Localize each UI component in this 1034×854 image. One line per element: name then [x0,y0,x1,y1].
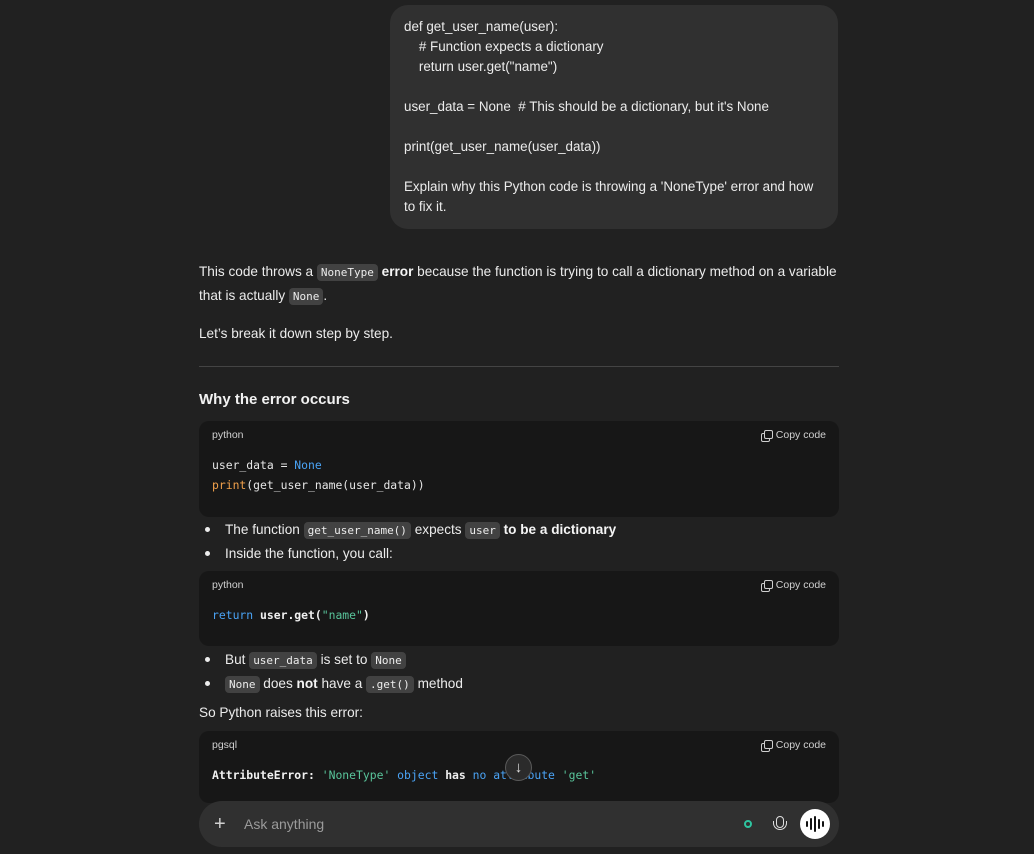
code-token: user_data = [212,458,295,472]
copy-code-label: Copy code [775,739,826,751]
plus-icon[interactable]: + [214,814,230,834]
list-item: Inside the function, you call: [199,542,839,565]
code-token: ) [362,608,370,622]
text: . [323,288,328,303]
code-token: 'get' [561,768,597,782]
inline-code: None [371,652,406,669]
code-token: None [294,458,322,472]
bullet-list-2: But user_data is set to None None does n… [199,648,839,696]
inline-code: None [225,676,260,693]
microphone-icon[interactable] [772,815,787,833]
copy-code-button[interactable]: Copy code [760,429,826,442]
text: expects [410,522,466,537]
intro-paragraph: This code throws a NoneType error becaus… [199,260,839,308]
list-item: But user_data is set to None [199,648,839,672]
bold-text: to be a dictionary [499,522,617,537]
text: But [225,652,250,667]
copy-icon [760,739,773,752]
user-message-line: Explain why this Python code is throwing… [404,179,814,214]
copy-icon [760,579,773,592]
inline-code: get_user_name() [303,522,411,539]
waveform-bar [818,819,820,829]
code-token: "name" [321,608,363,622]
prompt-input[interactable] [242,815,744,833]
copy-code-label: Copy code [775,429,826,441]
code-content: return user.get("name") [199,599,839,635]
list-item: None does not have a .get() method [199,672,839,696]
bold-text: not [296,676,318,691]
text: have a [317,676,367,691]
user-message-line: return user.get("name") [404,59,558,74]
inline-code: NoneType [316,264,378,281]
section-divider [199,366,839,367]
scroll-to-bottom-button[interactable]: ↓ [505,754,532,781]
waveform-bar [814,816,816,832]
arrow-down-icon: ↓ [514,759,523,776]
user-message-line [404,157,824,177]
code-token: user.get( [253,608,322,622]
code-token: object [390,768,446,782]
text: The function [225,522,304,537]
inline-code: .get() [366,676,414,693]
paragraph: So Python raises this error: [199,705,363,720]
code-block-header: python Copy code [199,571,839,599]
user-message-line: def get_user_name(user): [404,19,559,34]
user-message-line: print(get_user_name(user_data)) [404,139,601,154]
text: does [259,676,297,691]
text: is set to [316,652,372,667]
user-message-line: # Function expects a dictionary [404,39,604,54]
copy-code-button[interactable]: Copy code [760,579,826,592]
inline-code: user [465,522,500,539]
message-composer: + [199,801,839,847]
copy-code-button[interactable]: Copy code [760,739,826,752]
waveform-bar [810,818,812,830]
code-block-2: python Copy code return user.get("name") [199,571,839,646]
inline-code: user_data [249,652,317,669]
copy-icon [760,429,773,442]
text: This code throws a [199,264,317,279]
code-language-label: python [212,579,244,591]
waveform-bar [822,821,824,827]
inline-code: None [288,288,324,305]
copy-code-label: Copy code [775,579,826,591]
code-token: has [445,768,466,782]
voice-mode-button[interactable] [800,809,830,839]
list-item: The function get_user_name() expects use… [199,518,839,542]
code-language-label: pgsql [212,739,238,751]
section-heading: Why the error occurs [199,391,350,408]
assistant-response: This code throws a NoneType error becaus… [199,260,839,345]
chat-page: def get_user_name(user): # Function expe… [0,0,1034,854]
user-message-bubble: def get_user_name(user): # Function expe… [390,5,838,229]
waveform-bar [806,821,808,827]
user-message-line [404,117,824,137]
code-block-header: python Copy code [199,421,839,449]
code-token: AttributeError: [212,768,322,782]
user-message-line: user_data = None # This should be a dict… [404,99,769,114]
code-token: 'NoneType' [321,768,391,782]
code-token: return [212,608,254,622]
code-content: user_data = None print(get_user_name(use… [199,449,839,505]
bullet-list-1: The function get_user_name() expects use… [199,518,839,565]
status-dot-icon [744,820,752,828]
user-message-line [404,77,824,97]
intro-paragraph-2: Let’s break it down step by step. [199,326,393,341]
code-token: print [212,478,247,492]
code-language-label: python [212,429,244,441]
code-token: (get_user_name(user_data)) [246,478,425,492]
code-block-1: python Copy code user_data = None print(… [199,421,839,517]
text: method [413,676,463,691]
bold-text: error [377,264,414,279]
